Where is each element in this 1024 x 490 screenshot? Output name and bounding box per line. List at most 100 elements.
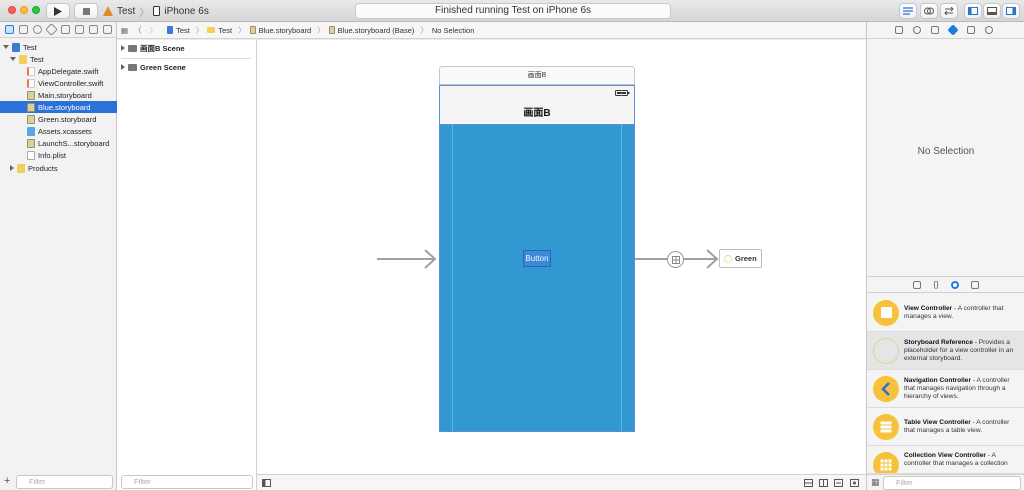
tree-item-appdelegate[interactable]: AppDelegate.swift bbox=[0, 65, 117, 77]
symbol-search-tab-icon[interactable] bbox=[32, 25, 42, 34]
source-control-tab-icon[interactable] bbox=[18, 25, 28, 34]
folder-icon bbox=[17, 163, 25, 173]
outline-scene-green[interactable]: Green Scene bbox=[121, 61, 186, 73]
app-target-icon bbox=[103, 6, 113, 16]
attributes-inspector-tab-icon[interactable] bbox=[947, 24, 959, 36]
library-filter-input[interactable]: Filter bbox=[883, 476, 1021, 490]
storyboard-file-icon bbox=[328, 26, 335, 34]
segue-badge-icon[interactable] bbox=[667, 251, 684, 268]
scheme-selector[interactable]: Test 〉 iPhone 6s bbox=[103, 4, 209, 19]
library-item-title: View Controller bbox=[904, 304, 953, 312]
tree-item-project[interactable]: Test bbox=[0, 41, 117, 53]
view-controller-scene[interactable]: 画面B Button bbox=[439, 85, 635, 432]
library-item-view-controller[interactable]: View Controller - A controller that mana… bbox=[867, 294, 1024, 332]
assistant-editor-button[interactable] bbox=[920, 3, 938, 19]
toggle-navigator-button[interactable] bbox=[964, 3, 982, 19]
related-items-icon[interactable]: ▦ bbox=[121, 26, 128, 35]
zoom-window-button[interactable] bbox=[32, 6, 40, 14]
chevron-left-icon bbox=[881, 381, 890, 396]
forward-button[interactable]: 〉 bbox=[150, 25, 158, 36]
crumb-selection[interactable]: No Selection bbox=[432, 26, 475, 35]
report-tab-icon[interactable] bbox=[103, 25, 113, 34]
version-editor-button[interactable] bbox=[940, 3, 958, 19]
play-icon bbox=[54, 6, 62, 16]
crumb-folder[interactable]: Test bbox=[207, 26, 232, 35]
right-panel-icon bbox=[1006, 7, 1016, 15]
align-icon[interactable] bbox=[819, 479, 828, 487]
close-window-button[interactable] bbox=[8, 6, 16, 14]
tree-item-blue-storyboard[interactable]: Blue.storyboard bbox=[0, 101, 117, 113]
outline-scene-b[interactable]: 画面B Scene bbox=[121, 42, 185, 54]
navigator-filter-input[interactable]: Filter bbox=[16, 475, 113, 489]
disclosure-icon bbox=[10, 165, 14, 171]
storyboard-file-icon bbox=[27, 90, 35, 100]
add-file-button[interactable]: + bbox=[4, 475, 10, 487]
breakpoint-tab-icon[interactable] bbox=[89, 25, 99, 34]
quick-help-tab-icon[interactable] bbox=[913, 26, 921, 34]
lines-icon bbox=[903, 7, 913, 15]
toggle-utilities-button[interactable] bbox=[1002, 3, 1020, 19]
tree-item-launchscreen[interactable]: LaunchS...storyboard bbox=[0, 137, 117, 149]
outline-filter-input[interactable]: Filter bbox=[121, 475, 253, 489]
standard-editor-button[interactable] bbox=[899, 3, 917, 19]
file-template-library-icon[interactable] bbox=[913, 280, 922, 289]
document-outline: 画面B Scene Green Scene Filter bbox=[117, 40, 257, 490]
minimize-window-button[interactable] bbox=[20, 6, 28, 14]
jump-bar: ▦ 〈 〉 Test 〉 Test 〉 Blue.storyboard 〉 Bl… bbox=[117, 22, 866, 39]
run-button[interactable] bbox=[46, 3, 70, 19]
tree-item-viewcontroller[interactable]: ViewController.swift bbox=[0, 77, 117, 89]
code-snippet-library-icon[interactable]: {} bbox=[933, 280, 938, 289]
tree-item-folder-test[interactable]: Test bbox=[0, 53, 117, 65]
back-button[interactable]: 〈 bbox=[134, 25, 142, 36]
scene-icon bbox=[128, 63, 137, 71]
object-library-icon[interactable] bbox=[950, 280, 959, 289]
library-item-title: Navigation Controller bbox=[904, 376, 972, 384]
segue-grid-icon bbox=[671, 255, 680, 264]
library-item-navigation-controller[interactable]: Navigation Controller - A controller tha… bbox=[867, 370, 1024, 408]
debug-tab-icon[interactable] bbox=[75, 25, 85, 34]
media-library-icon[interactable] bbox=[970, 280, 979, 289]
library-item-table-view-controller[interactable]: Table View Controller - A controller tha… bbox=[867, 408, 1024, 446]
outline-divider bbox=[121, 58, 251, 59]
pin-icon[interactable] bbox=[834, 479, 843, 487]
table-view-controller-icon bbox=[873, 413, 899, 440]
navigation-bar[interactable]: 画面B bbox=[440, 86, 634, 125]
tree-item-products[interactable]: Products bbox=[0, 162, 117, 174]
tree-item-green-storyboard[interactable]: Green.storyboard bbox=[0, 113, 117, 125]
layout-guide-right bbox=[621, 86, 622, 431]
no-selection-label: No Selection bbox=[917, 146, 975, 157]
stop-button[interactable] bbox=[74, 3, 98, 19]
toggle-debug-area-button[interactable] bbox=[983, 3, 1001, 19]
size-inspector-tab-icon[interactable] bbox=[967, 26, 975, 34]
storyboard-file-icon bbox=[249, 26, 256, 34]
stack-icon[interactable] bbox=[804, 479, 813, 487]
resolve-issues-icon[interactable] bbox=[850, 479, 859, 487]
library-item-collection-view-controller[interactable]: Collection View Controller - A controlle… bbox=[867, 446, 1024, 474]
tree-item-assets[interactable]: Assets.xcassets bbox=[0, 125, 117, 137]
crumb-project[interactable]: Test bbox=[167, 26, 190, 35]
storyboard-reference-icon bbox=[724, 254, 732, 263]
project-navigator-tab-icon[interactable] bbox=[4, 25, 14, 34]
storyboard-reference[interactable]: Green bbox=[719, 249, 762, 268]
crumb-storyboard[interactable]: Blue.storyboard bbox=[249, 26, 311, 35]
connections-inspector-tab-icon[interactable] bbox=[985, 26, 993, 34]
test-tab-icon[interactable] bbox=[61, 25, 71, 34]
tree-item-infoplist[interactable]: Info.plist bbox=[0, 149, 117, 161]
grid-view-icon[interactable]: ▦ bbox=[871, 477, 880, 488]
identity-inspector-tab-icon[interactable] bbox=[931, 26, 939, 34]
library-item-title: Collection View Controller bbox=[904, 452, 986, 459]
storyboard-canvas[interactable]: 画面B 画面B Button Green bbox=[257, 40, 866, 474]
crumb-storyboard-base[interactable]: Blue.storyboard (Base) bbox=[328, 26, 414, 35]
button-view[interactable]: Button bbox=[523, 250, 551, 267]
show-outline-icon[interactable] bbox=[262, 479, 271, 487]
library-tabs: {} bbox=[867, 276, 1024, 293]
library-item-storyboard-reference[interactable]: Storyboard Reference - Provides a placeh… bbox=[867, 332, 1024, 370]
scene-title-bar[interactable]: 画面B bbox=[439, 66, 635, 85]
issue-tab-icon[interactable] bbox=[45, 23, 58, 36]
iphone-icon bbox=[153, 6, 161, 16]
stop-icon bbox=[82, 7, 90, 15]
file-inspector-tab-icon[interactable] bbox=[895, 26, 903, 34]
tree-item-main-storyboard[interactable]: Main.storyboard bbox=[0, 89, 117, 101]
disclosure-icon bbox=[121, 45, 125, 51]
xcode-project-icon bbox=[12, 42, 20, 52]
